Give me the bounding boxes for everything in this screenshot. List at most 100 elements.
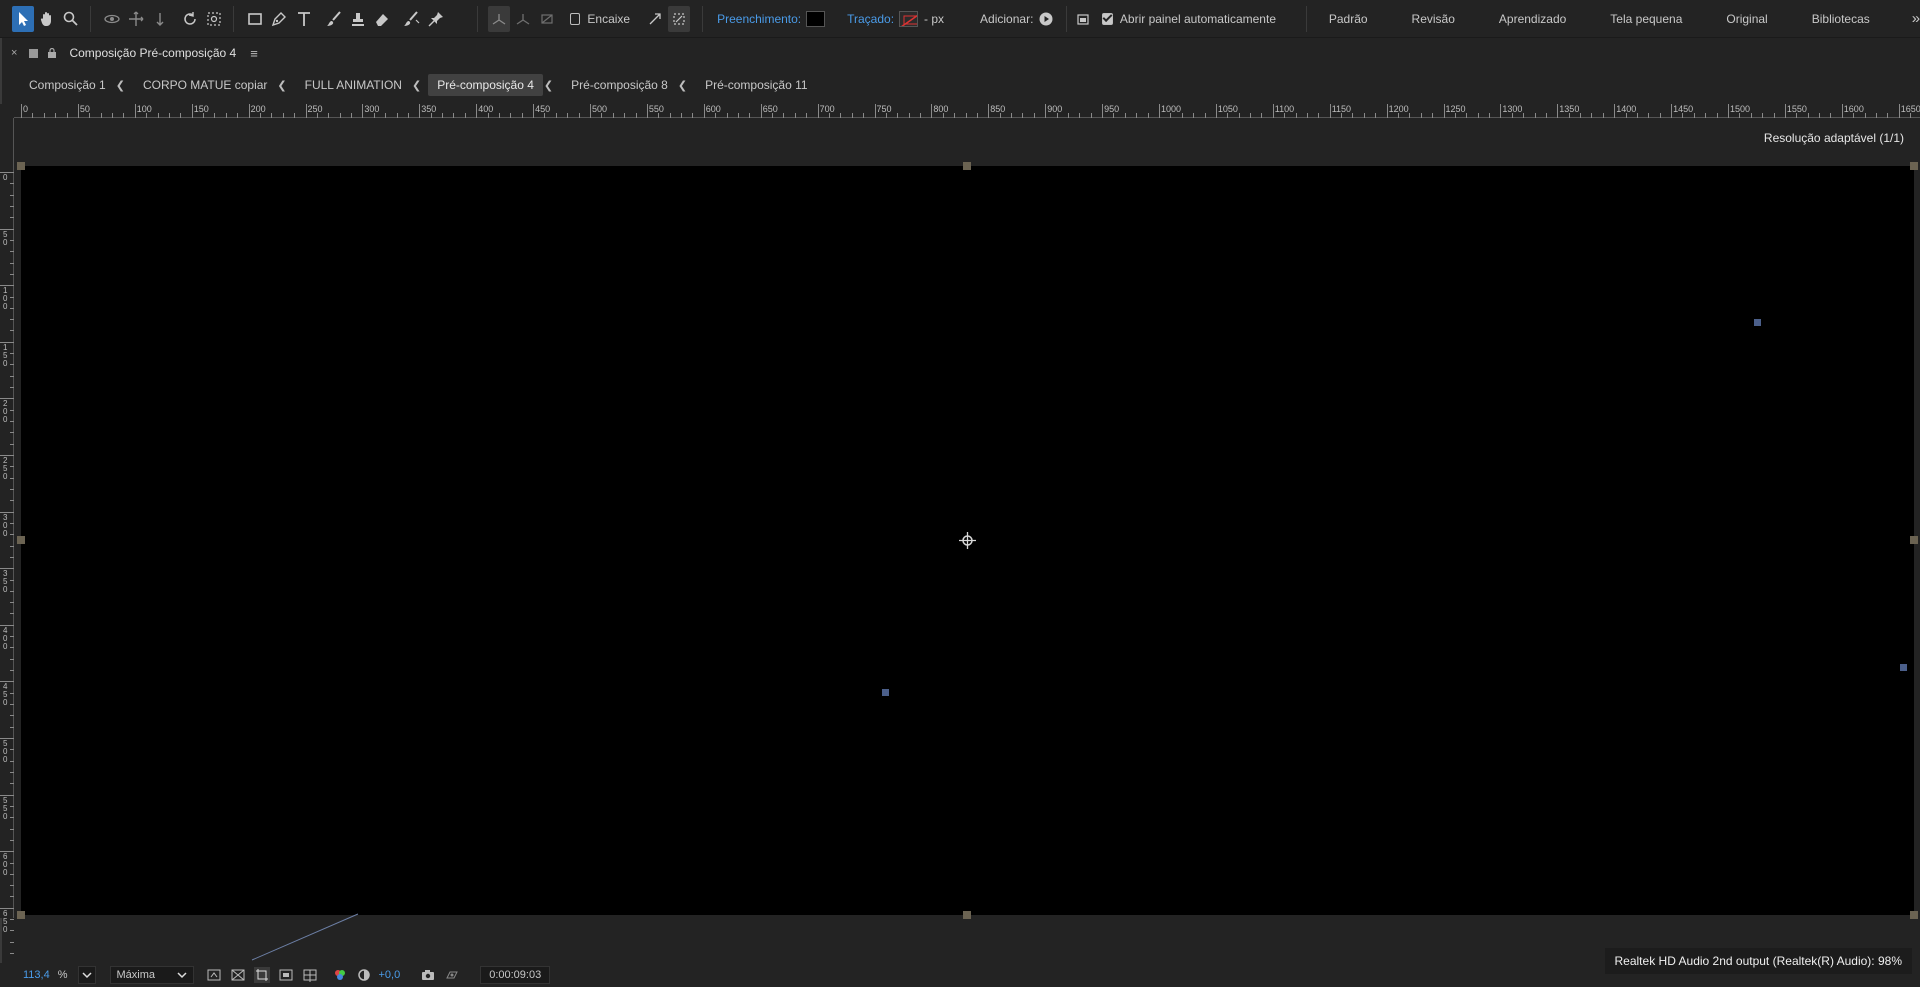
motion-path-keyframe[interactable]: [1900, 664, 1907, 671]
transform-handle-top-center[interactable]: [963, 162, 971, 170]
snap-checkbox[interactable]: [569, 12, 581, 25]
auto-open-checkbox[interactable]: [1102, 12, 1113, 25]
workspace-revisao[interactable]: Revisão: [1412, 12, 1455, 26]
eraser-tool-icon[interactable]: [371, 6, 393, 32]
ruler-minor-tick: [168, 113, 170, 118]
close-panel-icon[interactable]: ×: [11, 47, 17, 59]
snap-edges-icon[interactable]: [644, 6, 666, 32]
color-channels-icon[interactable]: [332, 967, 348, 983]
ruler-minor-tick: [669, 113, 671, 118]
fill-swatch[interactable]: [806, 10, 826, 27]
ruler-minor-tick: [180, 113, 182, 118]
puppet-pin-tool-icon[interactable]: [425, 6, 447, 32]
transform-handle-top-right[interactable]: [1910, 162, 1918, 170]
ruler-minor-tick: [1864, 113, 1866, 118]
ruler-label: 200: [250, 104, 266, 114]
breadcrumb-item-active[interactable]: Pré-composição 4: [428, 74, 543, 96]
grid-guides-icon[interactable]: [302, 967, 318, 983]
workspace-tela-pequena[interactable]: Tela pequena: [1610, 12, 1682, 26]
ruler-minor-tick: [10, 364, 14, 366]
region-of-interest-icon[interactable]: [253, 967, 270, 983]
ruler-minor-tick: [10, 941, 14, 943]
pan-camera-tool-icon[interactable]: [125, 6, 147, 32]
world-axis-mode-icon[interactable]: [512, 6, 534, 32]
rectangle-tool-icon[interactable]: [244, 6, 266, 32]
motion-path-keyframe[interactable]: [1754, 319, 1761, 326]
workspace-more-icon[interactable]: »: [1912, 10, 1920, 27]
vertical-ruler[interactable]: 0 50 100 150 200 250 300 350 400 450 500 550 600 650: [0, 118, 14, 955]
selection-tool-icon[interactable]: [12, 5, 35, 32]
fill-label[interactable]: Preenchimento:: [717, 12, 801, 26]
toolbar-separator: [1306, 5, 1307, 32]
reset-exposure-icon[interactable]: [356, 967, 372, 983]
roto-brush-tool-icon[interactable]: [401, 6, 423, 32]
exposure-value[interactable]: +0,0: [379, 969, 401, 981]
workspace-aprendizado[interactable]: Aprendizado: [1499, 12, 1566, 26]
ruler-minor-tick: [1875, 113, 1877, 118]
local-axis-mode-icon[interactable]: [487, 5, 510, 32]
breadcrumb-item[interactable]: Composição 1: [20, 74, 115, 96]
hand-tool-icon[interactable]: [36, 6, 58, 32]
show-snapshot-icon[interactable]: [444, 967, 460, 983]
transform-handle-bottom-center[interactable]: [963, 911, 971, 919]
dolly-camera-tool-icon[interactable]: [149, 6, 171, 32]
ruler-major-tick: [476, 104, 478, 118]
ruler-minor-tick: [10, 930, 14, 932]
ruler-minor-tick: [10, 771, 14, 773]
transform-handle-bottom-left[interactable]: [17, 911, 25, 919]
transform-handle-middle-left[interactable]: [17, 536, 25, 544]
anchor-point-icon[interactable]: [959, 532, 976, 549]
motion-path-keyframe[interactable]: [882, 689, 889, 696]
snap-features-icon[interactable]: [668, 5, 691, 32]
ruler-minor-tick: [1306, 113, 1308, 118]
transform-handle-bottom-right[interactable]: [1910, 911, 1918, 919]
panel-title[interactable]: Composição Pré-composição 4: [69, 46, 236, 60]
pan-behind-tool-icon[interactable]: [203, 6, 225, 32]
ruler-minor-tick: [1773, 113, 1775, 118]
transform-handle-middle-right[interactable]: [1910, 536, 1918, 544]
ruler-minor-tick: [10, 466, 14, 468]
ruler-label: 350: [421, 104, 437, 114]
brush-tool-icon[interactable]: [323, 6, 345, 32]
lock-icon[interactable]: [47, 48, 57, 58]
transparency-grid-icon[interactable]: [230, 967, 246, 983]
workspace-original[interactable]: Original: [1726, 12, 1767, 26]
transform-handle-top-left[interactable]: [17, 162, 25, 170]
resolution-dropdown[interactable]: Máxima: [109, 966, 194, 984]
ruler-minor-tick: [10, 477, 14, 479]
zoom-tool-icon[interactable]: [60, 6, 82, 32]
horizontal-ruler[interactable]: 0 50 100 150 200 250 300 350 400 450 500 550 600 650 7…: [14, 104, 1920, 118]
view-axis-mode-icon[interactable]: [536, 6, 558, 32]
pen-tool-icon[interactable]: [268, 6, 290, 32]
add-play-icon[interactable]: [1035, 6, 1057, 32]
breadcrumb-item[interactable]: Pré-composição 11: [696, 74, 817, 96]
workspace-bibliotecas[interactable]: Bibliotecas: [1812, 12, 1870, 26]
panel-menu-icon[interactable]: ≡: [250, 46, 258, 61]
magnification-dropdown[interactable]: [77, 966, 96, 984]
ruler-minor-tick: [32, 113, 34, 118]
snapshot-camera-icon[interactable]: [420, 967, 436, 983]
ruler-minor-tick: [908, 113, 910, 118]
ruler-major-tick: [1329, 104, 1331, 118]
rotation-tool-icon[interactable]: [179, 6, 201, 32]
ruler-minor-tick: [328, 113, 330, 118]
breadcrumb-item[interactable]: Pré-composição 8: [562, 74, 677, 96]
magnification-value[interactable]: 113,4: [23, 969, 50, 981]
stroke-width-value[interactable]: - px: [924, 12, 944, 26]
clone-stamp-tool-icon[interactable]: [347, 6, 369, 32]
ruler-minor-tick: [10, 545, 14, 547]
ruler-label: 900: [1047, 104, 1063, 114]
stroke-swatch[interactable]: [899, 10, 919, 27]
ruler-corner[interactable]: [0, 104, 14, 118]
mask-visibility-icon[interactable]: [278, 967, 294, 983]
breadcrumb-item[interactable]: FULL ANIMATION: [296, 74, 411, 96]
orbit-camera-tool-icon[interactable]: [101, 6, 123, 32]
auto-open-panel-icon[interactable]: [1072, 6, 1094, 32]
text-tool-icon[interactable]: [292, 6, 314, 32]
breadcrumb-item[interactable]: CORPO MATUE copiar: [134, 74, 276, 96]
ruler-minor-tick: [1193, 113, 1195, 118]
stroke-label[interactable]: Traçado:: [847, 12, 894, 26]
fast-previews-icon[interactable]: [206, 967, 222, 983]
current-time-display[interactable]: 0:00:09:03: [480, 966, 551, 984]
workspace-padrao[interactable]: Padrão: [1329, 12, 1368, 26]
